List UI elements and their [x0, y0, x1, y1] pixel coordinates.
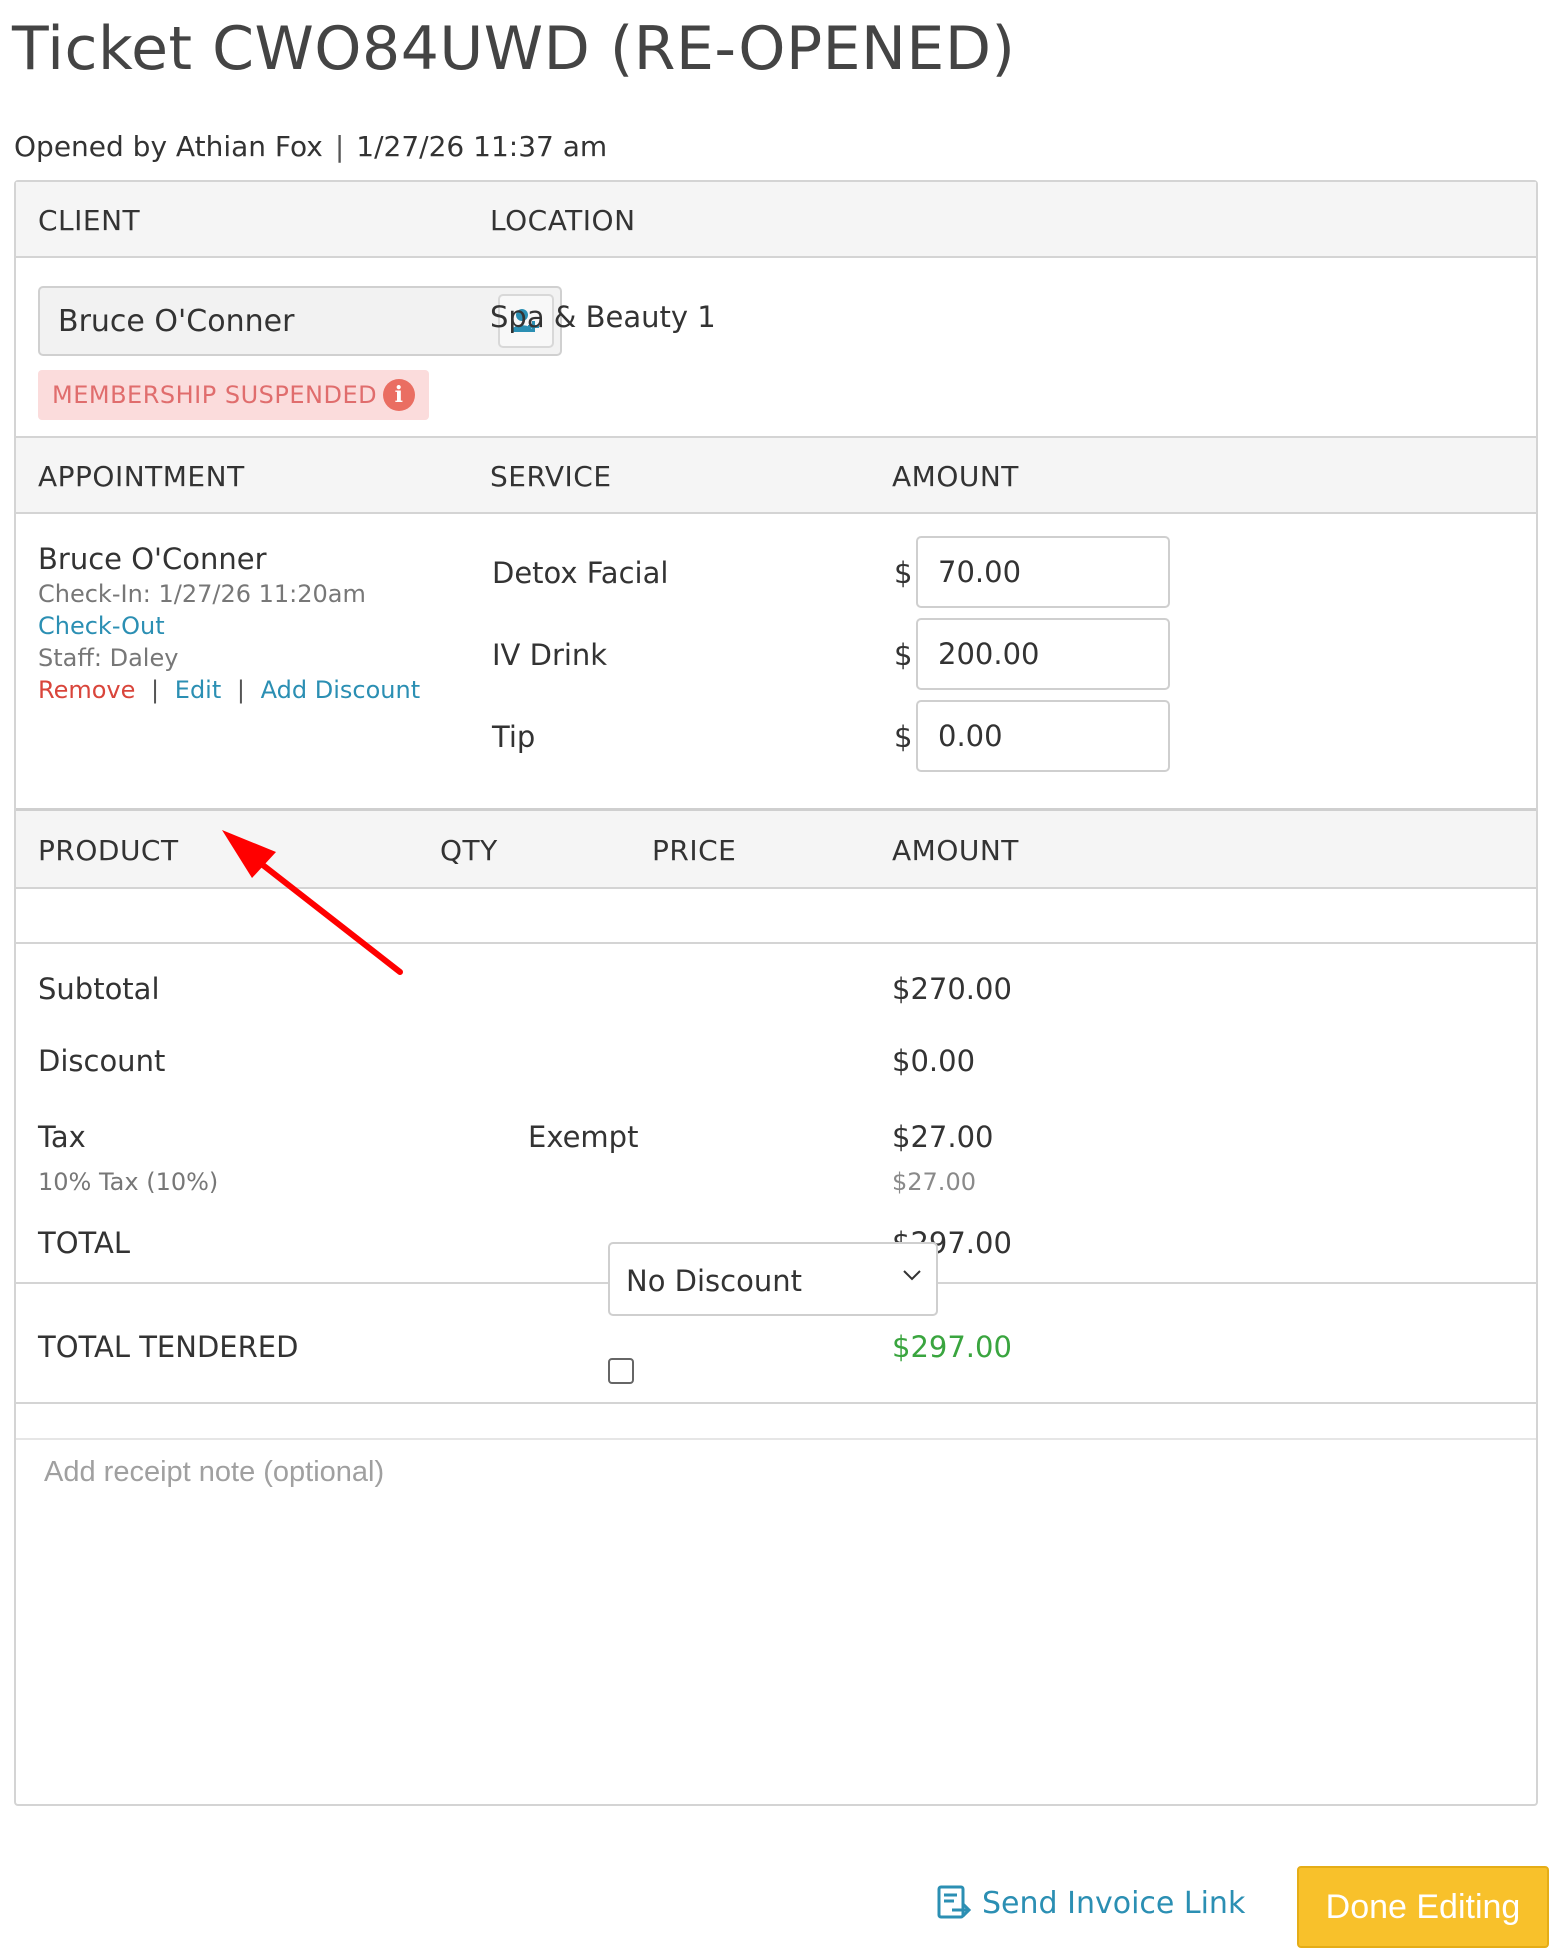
opened-separator: | [334, 130, 345, 163]
tax-exempt-checkbox[interactable] [608, 1358, 634, 1384]
exempt-label: Exempt [528, 1120, 639, 1154]
info-icon[interactable]: i [383, 379, 416, 411]
qty-header: QTY [440, 834, 498, 867]
product-header-band [16, 808, 1536, 889]
product-header: PRODUCT [38, 834, 179, 867]
tip-amount-input[interactable] [916, 700, 1170, 772]
client-header-band [16, 182, 1536, 258]
discount-label: Discount [38, 1044, 166, 1078]
total-tendered-value: $297.00 [892, 1330, 1012, 1364]
done-editing-button[interactable]: Done Editing [1297, 1866, 1549, 1948]
discount-select-value: No Discount [626, 1264, 802, 1298]
check-in-time: Check-In: 1/27/26 11:20am [38, 580, 366, 608]
membership-status-text: MEMBERSHIP SUSPENDED [52, 381, 378, 409]
currency-symbol: $ [894, 720, 913, 754]
ticket-card: CLIENT LOCATION Bruce O'Conner MEMBERSHI… [14, 180, 1538, 1806]
invoice-send-icon [937, 1885, 972, 1919]
service-amount-input[interactable] [916, 536, 1170, 608]
price-header: PRICE [652, 834, 737, 867]
check-out-link[interactable]: Check-Out [38, 612, 165, 640]
tax-detail-value: $27.00 [892, 1168, 976, 1196]
amount-header: AMOUNT [892, 460, 1019, 493]
edit-link[interactable]: Edit [175, 676, 221, 704]
subtotal-value: $270.00 [892, 972, 1012, 1006]
chevron-down-icon [903, 1270, 921, 1281]
remove-link[interactable]: Remove [38, 676, 135, 704]
opened-at: 1/27/26 11:37 am [356, 130, 608, 163]
tax-detail-label: 10% Tax (10%) [38, 1168, 219, 1196]
client-header: CLIENT [38, 204, 141, 237]
client-selector[interactable]: Bruce O'Conner [38, 286, 562, 356]
service-amount-input[interactable] [916, 618, 1170, 690]
opened-info: Opened by Athian Fox | 1/27/26 11:37 am [14, 130, 607, 163]
staff-name: Staff: Daley [38, 644, 179, 672]
appointment-actions: Remove | Edit | Add Discount [38, 676, 420, 704]
action-separator: | [151, 676, 160, 704]
appointment-client-name: Bruce O'Conner [38, 542, 267, 576]
send-invoice-link[interactable]: Send Invoice Link [936, 1884, 1245, 1922]
action-separator: | [236, 676, 245, 704]
service-name: Detox Facial [492, 556, 669, 590]
add-discount-link[interactable]: Add Discount [261, 676, 420, 704]
opened-by: Opened by Athian Fox [14, 130, 323, 163]
location-value: Spa & Beauty 1 [490, 300, 716, 334]
membership-status-badge: MEMBERSHIP SUSPENDED i [38, 370, 430, 420]
product-amount-header: AMOUNT [892, 834, 1019, 867]
send-invoice-label: Send Invoice Link [982, 1885, 1246, 1921]
client-name: Bruce O'Conner [58, 304, 295, 339]
service-header: SERVICE [490, 460, 612, 493]
receipt-note-input[interactable] [16, 1438, 1536, 1504]
subtotal-label: Subtotal [38, 972, 160, 1006]
tax-value: $27.00 [892, 1120, 994, 1154]
product-list-divider [16, 942, 1536, 944]
total-tendered-label: TOTAL TENDERED [38, 1330, 299, 1364]
currency-symbol: $ [894, 556, 913, 590]
location-header: LOCATION [490, 204, 636, 237]
tax-label: Tax [38, 1120, 86, 1154]
page-title: Ticket CWO84UWD (RE-OPENED) [12, 14, 1016, 84]
currency-symbol: $ [894, 638, 913, 672]
discount-value: $0.00 [892, 1044, 976, 1078]
tip-label: Tip [492, 720, 536, 754]
appointment-header: APPOINTMENT [38, 460, 245, 493]
tendered-divider [16, 1402, 1536, 1404]
total-label: TOTAL [38, 1226, 130, 1260]
discount-select[interactable]: No Discount [608, 1242, 938, 1316]
service-name: IV Drink [492, 638, 608, 672]
